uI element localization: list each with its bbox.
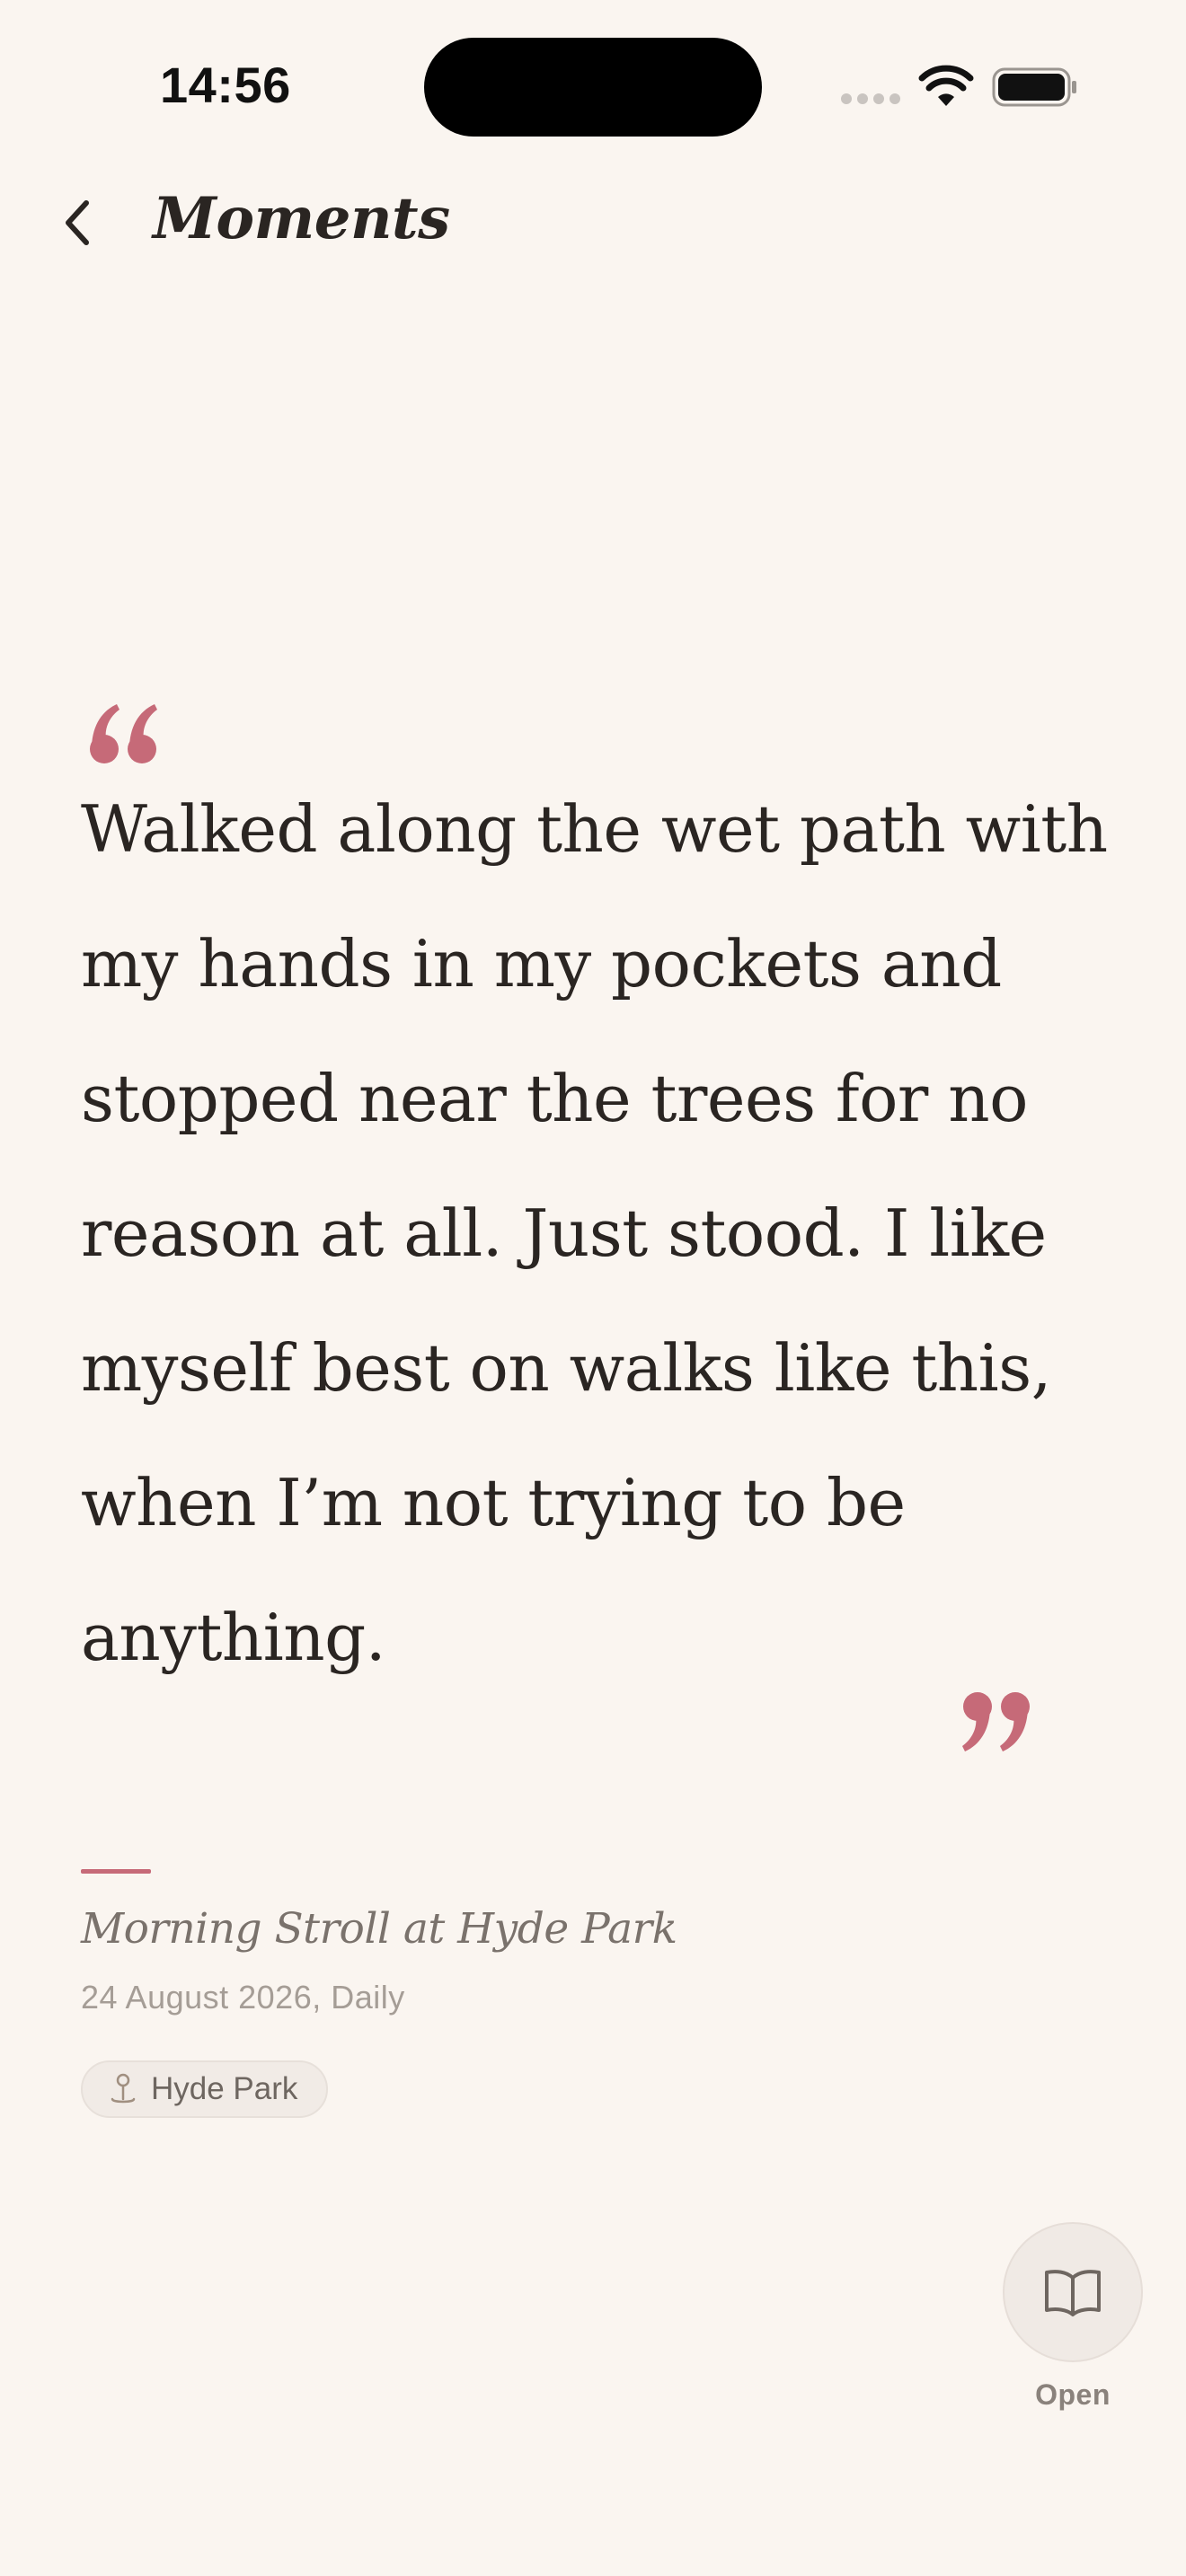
entry-meta: 24 August 2026, Daily: [81, 1979, 405, 2016]
open-label: Open: [1035, 2378, 1111, 2411]
location-label: Hyde Park: [151, 2071, 298, 2106]
entry-title: Morning Stroll at Hyde Park: [81, 1904, 677, 1954]
map-pin-icon: [111, 2073, 136, 2104]
dynamic-island: [424, 38, 762, 137]
entry-date: 24 August 2026,: [81, 1979, 322, 2016]
chevron-left-icon: [66, 200, 89, 245]
cellular-signal-icon: [841, 93, 900, 104]
wifi-icon: [918, 65, 974, 106]
location-chip[interactable]: Hyde Park: [81, 2060, 329, 2118]
close-quote-icon: [962, 1692, 1030, 1751]
open-button[interactable]: [1003, 2222, 1143, 2362]
status-time: 14:56: [160, 57, 291, 113]
page-title: Moments: [153, 185, 450, 252]
quote-text: Walked along the wet path with my hands …: [81, 791, 1108, 1675]
accent-divider: [81, 1869, 151, 1874]
battery-icon: [992, 67, 1076, 107]
back-button[interactable]: [50, 190, 104, 255]
open-book-icon: [1045, 2270, 1101, 2316]
entry-category: Daily: [331, 1979, 405, 2016]
